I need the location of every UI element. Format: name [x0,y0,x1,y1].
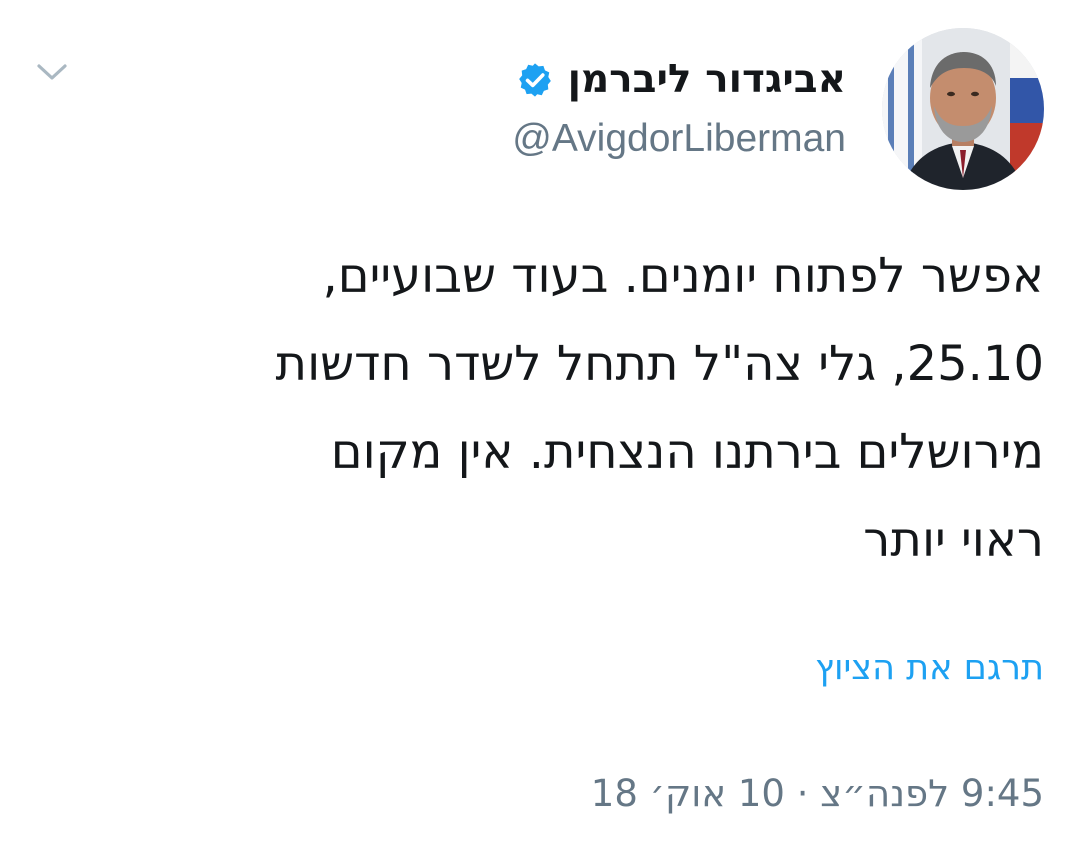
verified-badge-icon [516,61,554,99]
author-handle[interactable]: @AvigdorLiberman [326,114,846,164]
tweet-text-line: 25.10, גלי צה"ל תתחל לשדר חדשות [275,336,1044,392]
chevron-down-icon [35,61,69,87]
author-name-row[interactable]: אביגדור ליברמן [326,52,846,108]
tweet-text-line: ראוי יותר [863,512,1044,568]
author-display-name[interactable]: אביגדור ליברמן [568,52,846,108]
tweet-timestamp[interactable]: 9:45 לפנה״צ · 10 אוק׳ 18 [591,764,1044,824]
tweet-author-header: אביגדור ליברמן @AvigdorLiberman [326,52,846,164]
tweet-text-line: אפשר לפתוח יומנים. בעוד שבועיים, [322,248,1044,304]
profile-photo-icon [882,28,1044,190]
translate-tweet-link[interactable]: תרגם את הציוץ [815,640,1044,696]
avatar[interactable] [882,28,1044,190]
tweet-text-line: מירושלים בירתנו הנצחית. אין מקום [330,424,1044,480]
tweet-text: אפשר לפתוח יומנים. בעוד שבועיים, 25.10, … [74,232,1044,584]
tweet-menu-chevron-button[interactable] [34,60,70,88]
